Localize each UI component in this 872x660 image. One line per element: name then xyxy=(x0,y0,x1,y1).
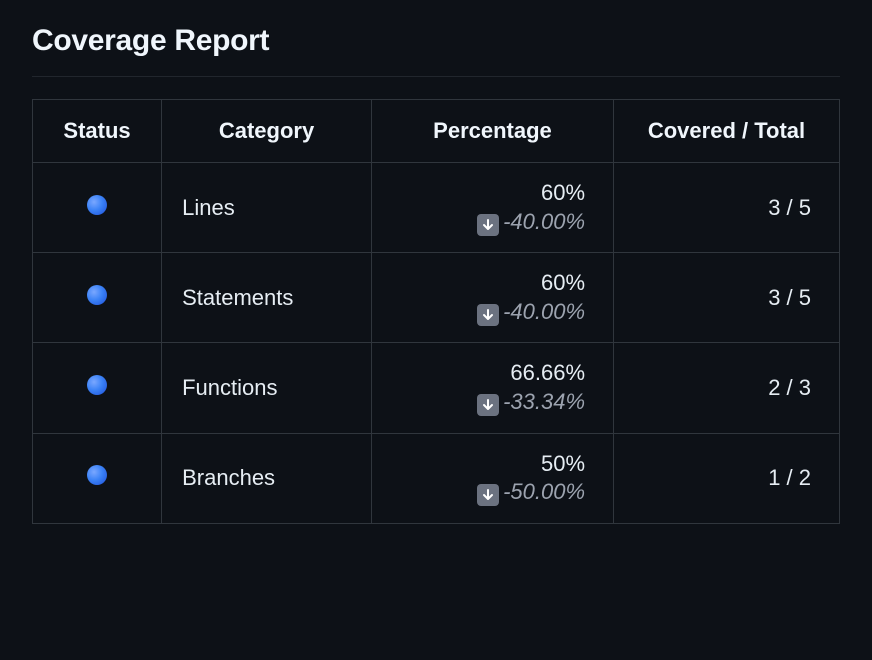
status-dot-icon xyxy=(87,465,107,485)
divider xyxy=(32,76,840,77)
status-cell xyxy=(33,433,162,523)
table-row: Branches 50% -50.00% 1 / 2 xyxy=(33,433,840,523)
percentage-value: 50% xyxy=(392,450,585,479)
table-header-row: Status Category Percentage Covered / Tot… xyxy=(33,100,840,163)
delta-value: -50.00% xyxy=(503,479,585,504)
percentage-delta: -40.00% xyxy=(477,299,585,324)
status-dot-icon xyxy=(87,285,107,305)
percentage-value: 66.66% xyxy=(392,359,585,388)
status-dot-icon xyxy=(87,195,107,215)
category-cell: Branches xyxy=(162,433,372,523)
page-title: Coverage Report xyxy=(32,24,840,58)
covered-cell: 2 / 3 xyxy=(614,343,840,433)
delta-value: -40.00% xyxy=(503,209,585,234)
arrow-down-icon xyxy=(477,484,499,506)
status-cell xyxy=(33,163,162,253)
delta-value: -33.34% xyxy=(503,389,585,414)
percentage-value: 60% xyxy=(392,179,585,208)
covered-cell: 3 / 5 xyxy=(614,253,840,343)
status-dot-icon xyxy=(87,375,107,395)
col-header-percentage: Percentage xyxy=(371,100,613,163)
arrow-down-icon xyxy=(477,394,499,416)
covered-cell: 3 / 5 xyxy=(614,163,840,253)
percentage-cell: 60% -40.00% xyxy=(371,163,613,253)
col-header-status: Status xyxy=(33,100,162,163)
percentage-cell: 66.66% -33.34% xyxy=(371,343,613,433)
table-row: Functions 66.66% -33.34% 2 / 3 xyxy=(33,343,840,433)
table-row: Statements 60% -40.00% 3 / 5 xyxy=(33,253,840,343)
status-cell xyxy=(33,343,162,433)
percentage-cell: 60% -40.00% xyxy=(371,253,613,343)
category-cell: Functions xyxy=(162,343,372,433)
percentage-cell: 50% -50.00% xyxy=(371,433,613,523)
table-row: Lines 60% -40.00% 3 / 5 xyxy=(33,163,840,253)
percentage-delta: -33.34% xyxy=(477,389,585,414)
percentage-value: 60% xyxy=(392,269,585,298)
status-cell xyxy=(33,253,162,343)
arrow-down-icon xyxy=(477,214,499,236)
category-cell: Lines xyxy=(162,163,372,253)
percentage-delta: -40.00% xyxy=(477,209,585,234)
col-header-covered: Covered / Total xyxy=(614,100,840,163)
delta-value: -40.00% xyxy=(503,299,585,324)
arrow-down-icon xyxy=(477,304,499,326)
coverage-table: Status Category Percentage Covered / Tot… xyxy=(32,99,840,524)
col-header-category: Category xyxy=(162,100,372,163)
category-cell: Statements xyxy=(162,253,372,343)
percentage-delta: -50.00% xyxy=(477,479,585,504)
covered-cell: 1 / 2 xyxy=(614,433,840,523)
